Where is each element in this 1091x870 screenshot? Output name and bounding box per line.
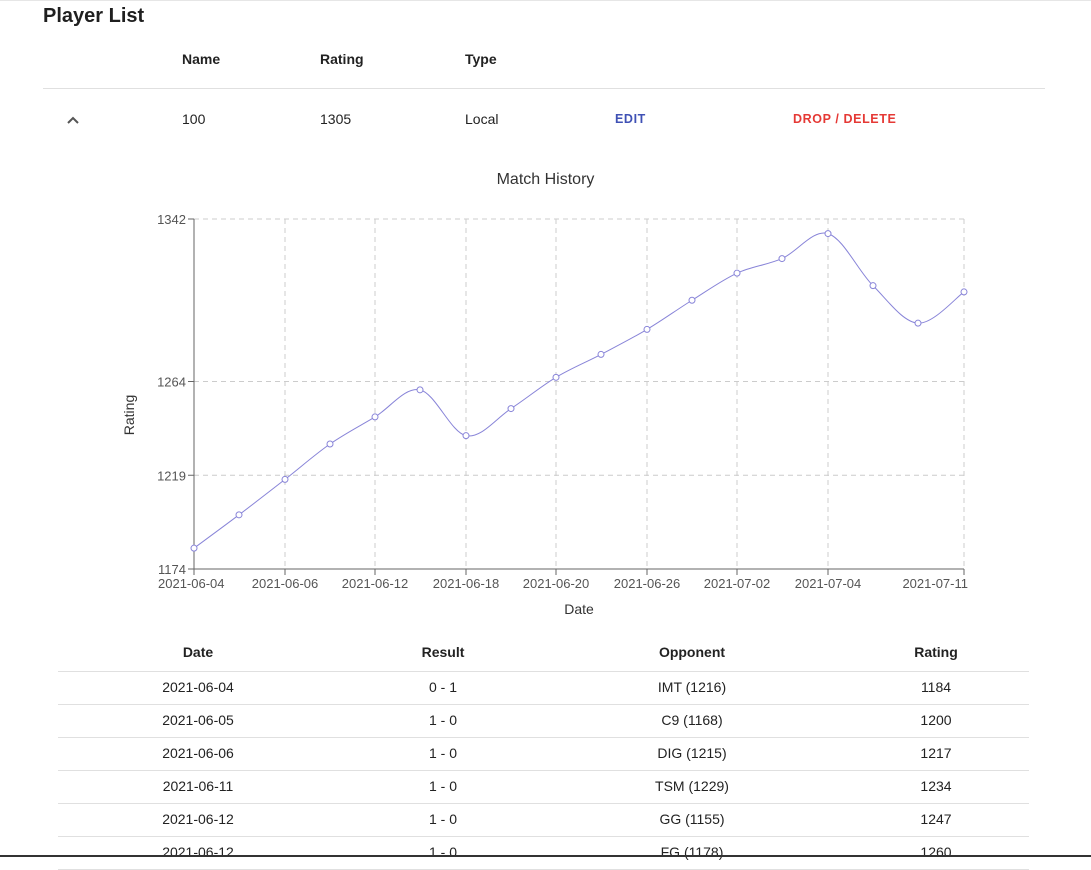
history-row-divider [58,770,1029,771]
history-row-divider [58,704,1029,705]
history-cell-result: 0 - 1 [428,679,457,695]
y-tick-label: 1219 [157,468,186,483]
x-tick-label: 2021-06-18 [433,576,500,591]
data-point[interactable] [190,544,198,552]
history-cell-date: 2021-06-04 [162,679,234,695]
history-cell-rating: 1247 [920,811,952,827]
data-point[interactable] [371,413,379,421]
y-tick-label: 1174 [158,562,186,577]
data-point[interactable] [416,386,424,394]
history-cell-date: 2021-06-05 [162,712,234,728]
x-tick-label: 2021-07-11 [902,576,968,591]
history-cell-rating: 1234 [920,778,952,794]
data-point[interactable] [733,269,741,277]
history-header-divider [58,671,1029,672]
history-row-divider [58,836,1029,837]
history-cell-result: 1 - 0 [428,811,457,827]
x-tick-label: 2021-07-04 [795,576,862,591]
history-cell-opponent: GG (1155) [659,811,725,827]
data-point[interactable] [326,440,334,448]
x-tick-label: 2021-06-20 [523,576,590,591]
history-cell-result: 1 - 0 [428,778,457,794]
data-point[interactable] [778,255,786,263]
history-cell-date: 2021-06-06 [162,745,234,761]
history-cell-rating: 1217 [920,745,952,761]
x-tick-label: 2021-06-06 [252,576,319,591]
x-tick-label: 2021-06-26 [614,576,681,591]
history-cell-rating: 1260 [920,844,952,860]
data-point[interactable] [688,296,696,304]
history-cell-opponent: C9 (1168) [661,712,723,728]
x-tick-label: 2021-06-04 [158,576,225,591]
y-tick-label: 1264 [157,375,186,390]
data-point[interactable] [235,511,243,519]
data-point[interactable] [914,319,922,327]
match-history-chart: 1174 1219 1264 1342 2021-06-04 2021-06-06 2021… [121,212,968,617]
history-cell-opponent: TSM (1229) [655,778,729,794]
history-cell-date: 2021-06-11 [162,778,234,794]
history-header-date: Date [182,644,214,660]
history-cell-result: 1 - 0 [428,745,457,761]
data-point[interactable] [869,282,877,290]
history-header-rating: Rating [914,644,958,660]
history-cell-rating: 1200 [920,712,952,728]
x-tick-label: 2021-06-12 [342,576,409,591]
history-cell-date: 2021-06-12 [162,811,234,827]
data-point[interactable] [552,373,560,381]
y-tick-label: 1342 [157,212,186,227]
history-header-result: Result [421,644,465,660]
data-point[interactable] [597,350,605,358]
history-cell-result: 1 - 0 [428,712,457,728]
history-cell-result: 1 - 0 [428,844,457,860]
history-row-divider [58,803,1029,804]
data-point[interactable] [643,325,651,333]
history-cell-opponent: DIG (1215) [657,745,727,761]
x-tick-label: 2021-07-02 [704,576,771,591]
data-point[interactable] [507,405,515,413]
x-axis-label: Date [564,601,594,617]
history-cell-rating: 1184 [920,679,952,695]
rating-series-line [193,232,965,549]
data-point[interactable] [281,475,289,483]
history-row-divider [58,737,1029,738]
history-cell-date: 2021-06-12 [162,844,234,860]
data-point[interactable] [462,432,470,440]
data-point[interactable] [824,230,832,238]
history-cell-opponent: FG (1178) [660,844,724,860]
history-cell-opponent: IMT (1216) [657,679,727,695]
y-axis-label: Rating [121,395,137,435]
data-point[interactable] [960,288,968,296]
history-header-opponent: Opponent [658,644,726,660]
